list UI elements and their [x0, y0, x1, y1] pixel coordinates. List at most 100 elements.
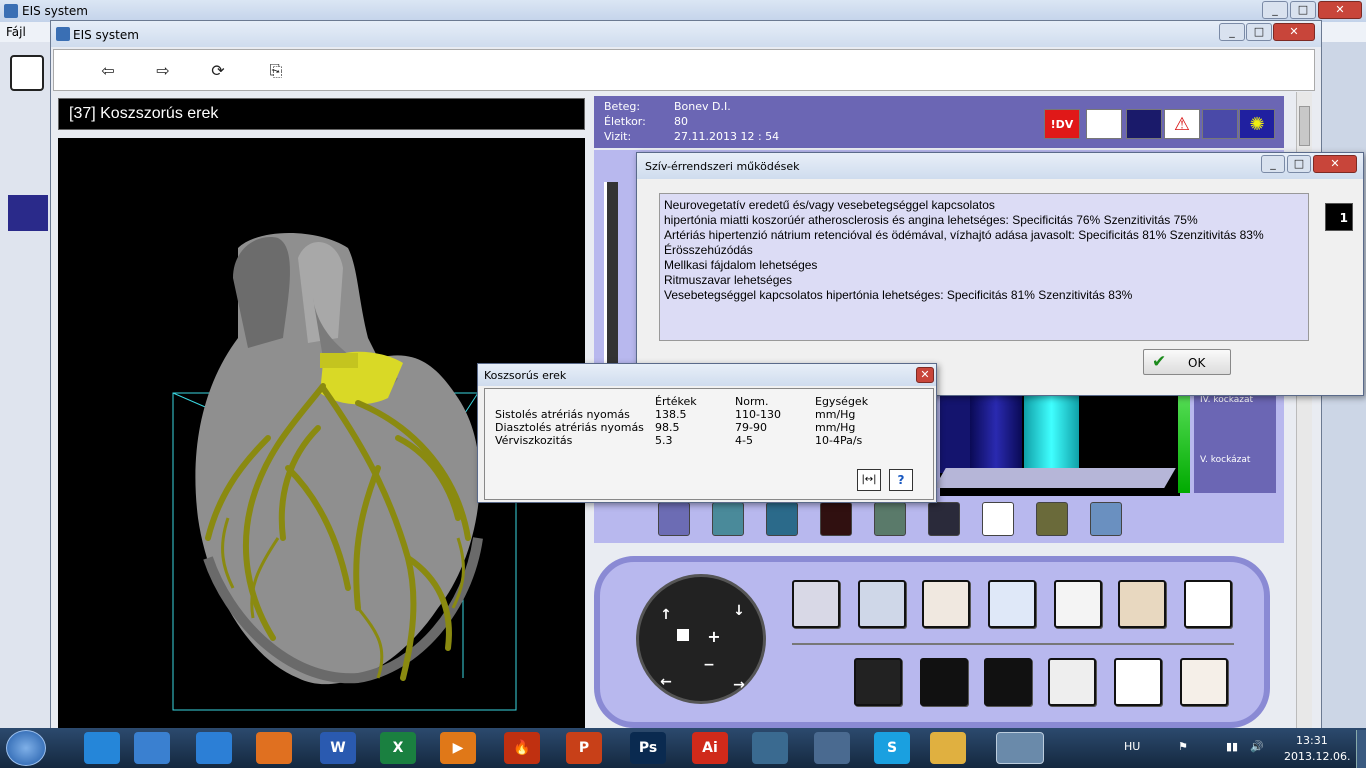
- cardio-line: hipertónia miatti koszorúér atherosclero…: [664, 213, 1198, 227]
- thumb-organ-5[interactable]: [874, 502, 906, 536]
- zoom-out-icon[interactable]: −: [699, 655, 719, 675]
- taskbar-telekom-icon[interactable]: [84, 732, 120, 764]
- row-name: Vérviszkozitás: [495, 434, 573, 447]
- histogram-icon[interactable]: [854, 658, 902, 706]
- bar-chart-icon[interactable]: [1126, 109, 1162, 139]
- taskbar-keyboard-icon[interactable]: [814, 732, 850, 764]
- taskbar-firefox-icon[interactable]: [256, 732, 292, 764]
- nav-up-icon[interactable]: ↑: [656, 605, 676, 625]
- document-icon[interactable]: [1184, 580, 1232, 628]
- coronary-close-button[interactable]: ✕: [916, 367, 934, 383]
- thumb-organ-7[interactable]: [1090, 502, 1122, 536]
- outer-close-button[interactable]: ✕: [1318, 1, 1362, 19]
- outer-minimize-button[interactable]: _: [1262, 1, 1288, 19]
- tray-volume-icon[interactable]: 🔊: [1250, 740, 1264, 753]
- thumb-organ-4[interactable]: [820, 502, 852, 536]
- forward-icon[interactable]: ⇨: [145, 53, 181, 89]
- visit-datetime: 27.11.2013 12 : 54: [674, 130, 780, 143]
- taskbar-mail-icon[interactable]: [134, 732, 170, 764]
- coronary-content: Értékek Norm. Egységek Sistolés atrériás…: [484, 388, 934, 500]
- thumb-organ-2[interactable]: [712, 502, 744, 536]
- clock-date[interactable]: 2013.12.06.: [1284, 750, 1350, 763]
- nav-down-icon[interactable]: ↓: [729, 601, 749, 621]
- brain-icon[interactable]: [792, 580, 840, 628]
- thumb-organ-3[interactable]: [766, 502, 798, 536]
- scroll-thumb[interactable]: [1299, 106, 1310, 146]
- taskbar-remote-icon[interactable]: [752, 732, 788, 764]
- nav-left-icon[interactable]: ←: [656, 672, 676, 692]
- thumb-organ-6[interactable]: [1036, 502, 1068, 536]
- inner-minimize-button[interactable]: _: [1219, 23, 1245, 41]
- language-indicator[interactable]: HU: [1124, 740, 1140, 753]
- taskbar-media-icon[interactable]: ▶: [440, 732, 476, 764]
- show-desktop-button[interactable]: [1356, 730, 1366, 768]
- sun-icon[interactable]: ✺: [1239, 109, 1275, 139]
- resize-arrows-icon[interactable]: |↔|: [857, 469, 881, 491]
- ecg-icon[interactable]: [920, 658, 968, 706]
- body-organs-icon[interactable]: [922, 580, 970, 628]
- outer-window-title: EIS system: [22, 4, 88, 18]
- idv-icon[interactable]: !DV: [1044, 109, 1080, 139]
- taskbar-excel-icon[interactable]: X: [380, 732, 416, 764]
- tray-flag-icon[interactable]: ⚑: [1178, 740, 1188, 753]
- thumb-organ-1[interactable]: [658, 502, 690, 536]
- left-scale: [604, 182, 618, 382]
- toolbar: ⇦ ⇨ ⟳ ⎘: [53, 49, 1315, 91]
- start-button[interactable]: [6, 730, 46, 766]
- nav-center-square[interactable]: [677, 629, 689, 641]
- ok-button[interactable]: ✔ OK: [1143, 349, 1231, 375]
- outer-maximize-button[interactable]: □: [1290, 1, 1316, 19]
- taskbar-skype-icon[interactable]: S: [874, 732, 910, 764]
- ok-label: OK: [1188, 356, 1206, 370]
- clock-time[interactable]: 13:31: [1296, 734, 1328, 747]
- inner-maximize-button[interactable]: □: [1246, 23, 1272, 41]
- cardio-maximize-button[interactable]: □: [1287, 155, 1311, 173]
- rotate-icon[interactable]: ⟳: [200, 53, 236, 89]
- help-icon[interactable]: ?: [889, 469, 913, 491]
- nav-right-icon[interactable]: →: [729, 675, 749, 695]
- report-icon[interactable]: [1086, 109, 1122, 139]
- body-blue-icon[interactable]: [988, 580, 1036, 628]
- taskbar-eis-icon[interactable]: [996, 732, 1044, 764]
- age-label: Életkor:: [604, 115, 646, 128]
- chip-icon[interactable]: [1202, 109, 1238, 139]
- taskbar-explorer-icon[interactable]: [930, 732, 966, 764]
- undo-icon[interactable]: [984, 658, 1032, 706]
- outer-left-logo[interactable]: [10, 55, 44, 91]
- cardio-close-button[interactable]: ✕: [1313, 155, 1357, 173]
- row-norm: 110-130: [735, 408, 781, 421]
- bar-base: [934, 468, 1176, 488]
- heart-organ-icon[interactable]: [858, 580, 906, 628]
- outer-menu-file[interactable]: Fájl: [6, 25, 26, 39]
- zoom-in-icon[interactable]: +: [704, 627, 724, 647]
- taskbar-ie-icon[interactable]: [196, 732, 232, 764]
- copy-icon[interactable]: ⎘: [258, 53, 294, 89]
- inner-close-button[interactable]: ✕: [1273, 23, 1315, 41]
- body-figure-icon[interactable]: [1180, 658, 1228, 706]
- app-icon: [4, 4, 18, 18]
- microscope-icon[interactable]: [1118, 580, 1166, 628]
- taskbar-acrobat-icon[interactable]: Ai: [692, 732, 728, 764]
- taskbar-word-icon[interactable]: W: [320, 732, 356, 764]
- outer-left-tab[interactable]: [8, 195, 48, 231]
- taskbar-photoshop-icon[interactable]: Ps: [630, 732, 666, 764]
- cardio-line: Ritmuszavar lehetséges: [664, 273, 793, 287]
- back-icon[interactable]: ⇦: [90, 53, 126, 89]
- cardio-minimize-button[interactable]: _: [1261, 155, 1285, 173]
- thumb-brain[interactable]: [928, 502, 960, 536]
- row-name: Diasztolés atrériás nyomás: [495, 421, 644, 434]
- warning-icon[interactable]: ⚠: [1164, 109, 1200, 139]
- food-icon[interactable]: [1048, 658, 1096, 706]
- cardio-side-icon[interactable]: 1: [1325, 203, 1353, 231]
- header-units: Egységek: [815, 395, 869, 408]
- thumb-hourglass[interactable]: [982, 502, 1014, 536]
- color-bars-icon[interactable]: [1114, 658, 1162, 706]
- brain-scan-icon[interactable]: [1054, 580, 1102, 628]
- view-title: [37] Koszszorús erek: [69, 105, 219, 122]
- patient-info-panel: Beteg: Életkor: Vizit: Bonev D.I. 80 27.…: [594, 96, 1284, 148]
- inner-window-title: EIS system: [73, 28, 139, 42]
- row-norm: 4-5: [735, 434, 753, 447]
- taskbar-powerpoint-icon[interactable]: P: [566, 732, 602, 764]
- tray-network-icon[interactable]: ▮▮: [1226, 740, 1238, 753]
- taskbar-burn-icon[interactable]: 🔥: [504, 732, 540, 764]
